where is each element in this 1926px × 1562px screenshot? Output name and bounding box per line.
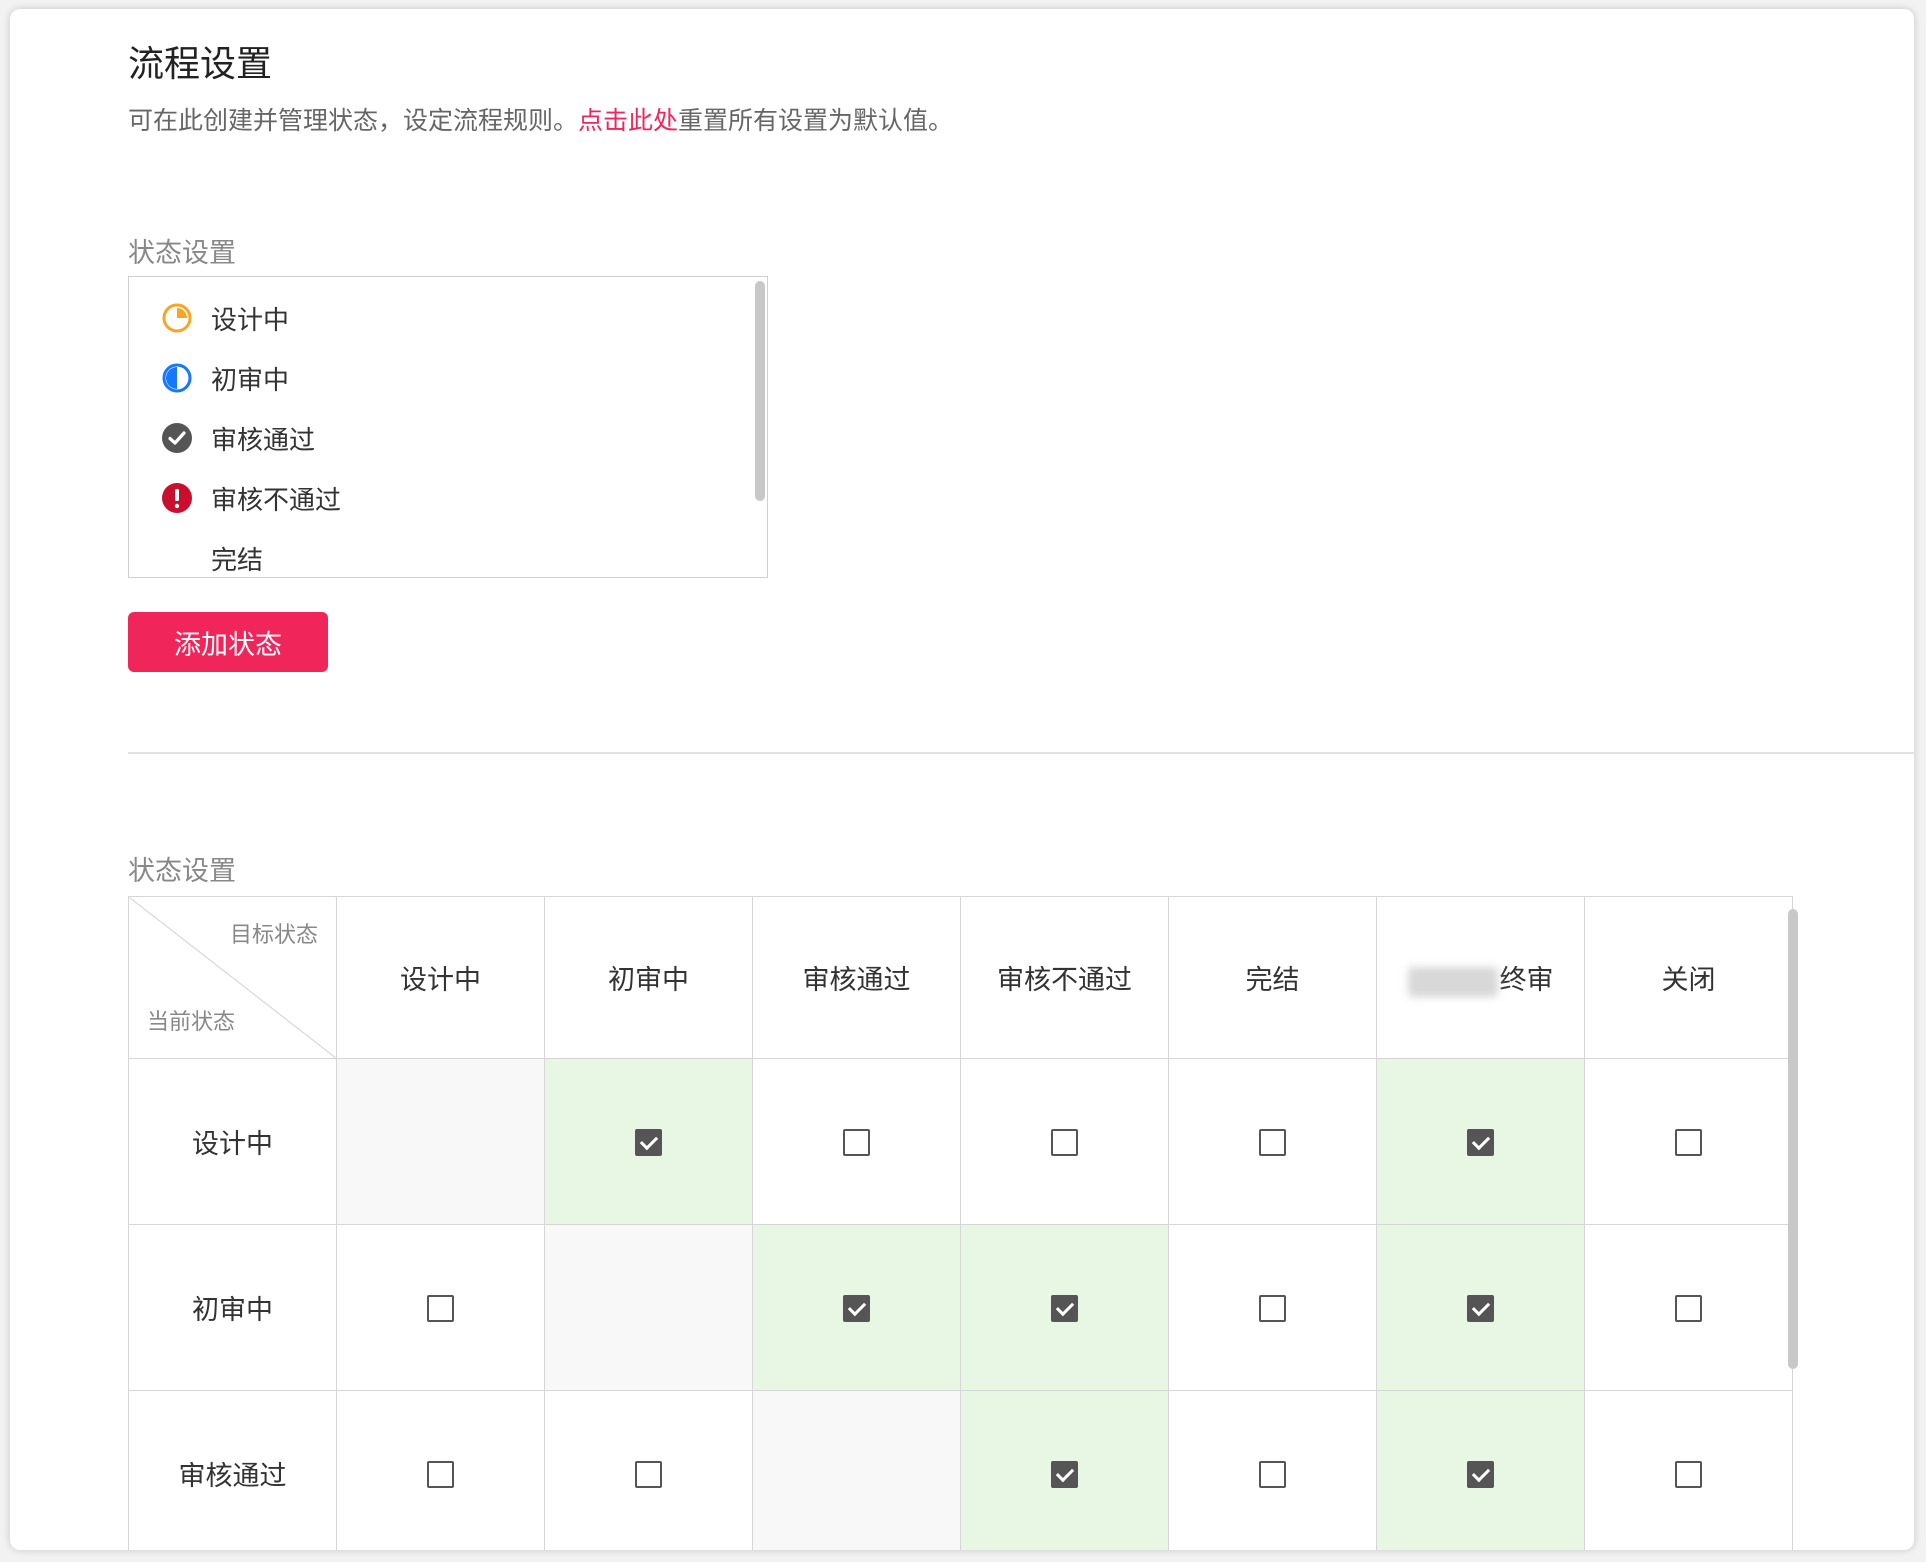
transition-checkbox-checked[interactable] [1051, 1295, 1078, 1322]
matrix-cell[interactable] [1584, 1058, 1793, 1225]
row-header: 初审中 [128, 1224, 337, 1391]
status-item-label: 审核通过 [211, 425, 316, 456]
transition-checkbox[interactable] [1675, 1461, 1702, 1488]
empty-icon-slot [161, 542, 193, 574]
transition-checkbox-checked[interactable] [1051, 1461, 1078, 1488]
matrix-cell[interactable] [1376, 1390, 1585, 1550]
corner-current-label: 当前状态 [147, 1010, 236, 1035]
matrix-cell[interactable] [336, 1390, 545, 1550]
row-header-label: 初审中 [192, 1295, 273, 1326]
column-header: 审核不通过 [960, 896, 1169, 1059]
redacted-text [1407, 966, 1498, 997]
pie-icon [161, 302, 193, 334]
transition-checkbox-checked[interactable] [1467, 1129, 1494, 1156]
matrix-cell[interactable] [1168, 1058, 1377, 1225]
column-header: 完结 [1168, 896, 1377, 1059]
transition-checkbox[interactable] [1675, 1129, 1702, 1156]
check-circle-icon [161, 422, 193, 454]
row-header: 设计中 [128, 1058, 337, 1225]
status-list-scrollbar[interactable] [755, 281, 765, 501]
matrix-row: 审核通过 [128, 1390, 1793, 1550]
matrix-row: 初审中 [128, 1224, 1793, 1391]
column-header: 设计中 [336, 896, 545, 1059]
transition-checkbox[interactable] [635, 1461, 662, 1488]
transition-matrix: 目标状态 当前状态 设计中 初审中 审核通过 审核不通过 完结 终审 关闭 设计… [128, 896, 1793, 1550]
row-header: 审核通过 [128, 1390, 337, 1550]
matrix-cell[interactable] [1584, 1224, 1793, 1391]
column-header-label: 终审 [1499, 965, 1554, 996]
corner-target-label: 目标状态 [229, 923, 318, 948]
row-header-label: 审核通过 [178, 1461, 287, 1492]
status-list[interactable]: 设计中 初审中 审核通过 审核不通过 完结 [128, 276, 768, 578]
exclamation-circle-icon [161, 482, 193, 514]
matrix-cell-disabled [544, 1224, 753, 1391]
status-item-label: 完结 [211, 545, 264, 576]
transition-checkbox[interactable] [1259, 1295, 1286, 1322]
matrix-cell-disabled [752, 1390, 961, 1550]
page-title: 流程设置 [128, 44, 273, 85]
matrix-cell[interactable] [544, 1390, 753, 1550]
column-header: 关闭 [1584, 896, 1793, 1059]
section-divider [128, 752, 1914, 754]
matrix-cell[interactable] [544, 1058, 753, 1225]
reset-defaults-link[interactable]: 点击此处 [578, 106, 678, 135]
status-item-rejected[interactable]: 审核不通过 [161, 478, 341, 518]
column-header-label: 设计中 [400, 965, 481, 996]
transition-checkbox[interactable] [427, 1295, 454, 1322]
transition-checkbox-checked[interactable] [1467, 1295, 1494, 1322]
matrix-body: 设计中初审中审核通过 [128, 1058, 1793, 1550]
matrix-scrollbar[interactable] [1788, 909, 1798, 1369]
status-item-first-review[interactable]: 初审中 [161, 358, 289, 398]
transition-checkbox[interactable] [1675, 1295, 1702, 1322]
column-header-label: 审核不通过 [997, 965, 1132, 996]
matrix-section-label: 状态设置 [128, 856, 236, 887]
matrix-cell[interactable] [752, 1224, 961, 1391]
transition-checkbox-checked[interactable] [1467, 1461, 1494, 1488]
transition-checkbox-checked[interactable] [843, 1295, 870, 1322]
transition-checkbox[interactable] [843, 1129, 870, 1156]
matrix-cell[interactable] [960, 1224, 1169, 1391]
transition-checkbox[interactable] [427, 1461, 454, 1488]
transition-matrix-container[interactable]: 目标状态 当前状态 设计中 初审中 审核通过 审核不通过 完结 终审 关闭 设计… [128, 896, 1796, 1550]
matrix-cell[interactable] [1376, 1224, 1585, 1391]
status-item-label: 初审中 [211, 365, 290, 396]
matrix-corner-cell: 目标状态 当前状态 [128, 896, 337, 1059]
status-section-label: 状态设置 [128, 238, 236, 269]
matrix-header-row: 目标状态 当前状态 设计中 初审中 审核通过 审核不通过 完结 终审 关闭 [128, 896, 1793, 1059]
matrix-cell[interactable] [1584, 1390, 1793, 1550]
column-header-label: 关闭 [1661, 965, 1716, 996]
transition-checkbox[interactable] [1259, 1129, 1286, 1156]
column-header: 初审中 [544, 896, 753, 1059]
transition-checkbox-checked[interactable] [635, 1129, 662, 1156]
status-item-label: 设计中 [211, 305, 290, 336]
column-header-label: 审核通过 [802, 965, 911, 996]
matrix-cell-disabled [336, 1058, 545, 1225]
matrix-row: 设计中 [128, 1058, 1793, 1225]
column-header: 终审 [1376, 896, 1585, 1059]
matrix-cell[interactable] [1168, 1224, 1377, 1391]
half-circle-icon [161, 362, 193, 394]
column-header: 审核通过 [752, 896, 961, 1059]
matrix-cell[interactable] [752, 1058, 961, 1225]
matrix-cell[interactable] [1376, 1058, 1585, 1225]
page-description: 可在此创建并管理状态，设定流程规则。点击此处重置所有设置为默认值。 [128, 101, 953, 137]
column-header-label: 初审中 [608, 965, 689, 996]
matrix-cell[interactable] [960, 1058, 1169, 1225]
status-item-approved[interactable]: 审核通过 [161, 418, 315, 458]
matrix-cell[interactable] [960, 1390, 1169, 1550]
add-status-button[interactable]: 添加状态 [128, 612, 328, 672]
column-header-label: 完结 [1245, 965, 1300, 996]
status-item-designing[interactable]: 设计中 [161, 298, 289, 338]
description-text-suffix: 重置所有设置为默认值。 [678, 106, 954, 135]
row-header-label: 设计中 [192, 1129, 273, 1160]
matrix-cell[interactable] [336, 1224, 545, 1391]
description-text: 可在此创建并管理状态，设定流程规则。 [128, 106, 579, 135]
status-item-completed[interactable]: 完结 [161, 538, 264, 577]
transition-checkbox[interactable] [1259, 1461, 1286, 1488]
workflow-settings-panel: 流程设置 可在此创建并管理状态，设定流程规则。点击此处重置所有设置为默认值。 状… [10, 9, 1914, 1550]
transition-checkbox[interactable] [1051, 1129, 1078, 1156]
status-item-label: 审核不通过 [211, 485, 342, 516]
matrix-cell[interactable] [1168, 1390, 1377, 1550]
